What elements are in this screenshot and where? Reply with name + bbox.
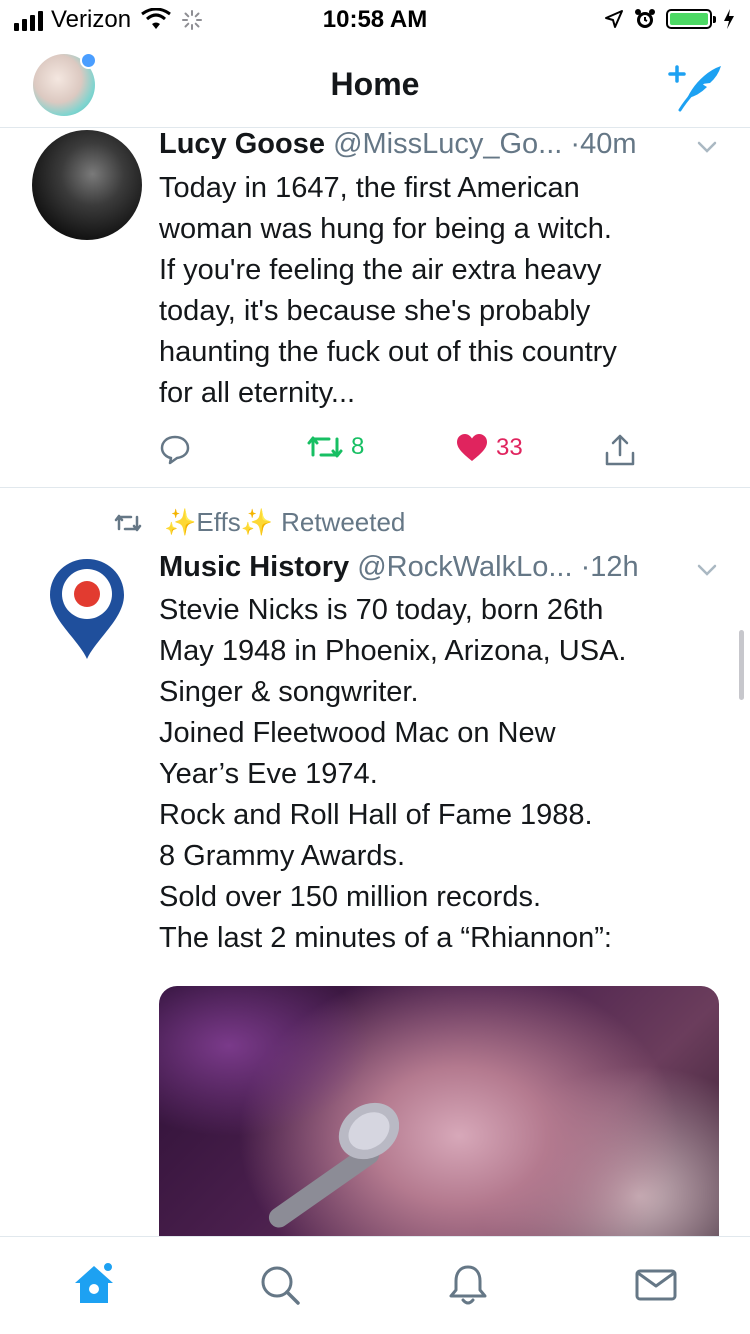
tweet-header: Lucy Goose @MissLucy_Go... ·40m: [159, 128, 636, 161]
tweet-text: Stevie Nicks is 70 today, born 26th May …: [159, 594, 627, 954]
nav-bar: Home: [0, 40, 750, 128]
tweet-card[interactable]: Lucy Goose @MissLucy_Go... ·40m Today in…: [0, 128, 750, 488]
alarm-icon: [635, 9, 655, 28]
reply-button[interactable]: [159, 433, 191, 465]
tweet-author-avatar[interactable]: [48, 557, 126, 661]
charging-bolt-icon: [724, 9, 734, 29]
retweet-count: 8: [351, 433, 365, 460]
search-icon[interactable]: [258, 1263, 302, 1307]
tweet-text: Today in 1647, the first American woman …: [159, 172, 617, 409]
retweet-icon: [307, 436, 343, 458]
bell-icon[interactable]: [446, 1263, 490, 1307]
retweeter-name[interactable]: ✨Effs✨: [164, 507, 273, 538]
envelope-icon[interactable]: [634, 1263, 678, 1307]
tweet-card[interactable]: ✨Effs✨ Retweeted Music History @RockWalk…: [0, 489, 750, 1236]
status-bar: Verizon 10:58 AM: [0, 0, 750, 40]
battery-icon: [666, 9, 716, 29]
page-title: Home: [330, 66, 420, 102]
tweet-header: Music History @RockWalkLo... ·12h: [159, 551, 639, 584]
tweet-timestamp: ·40m: [570, 128, 637, 160]
retweet-button[interactable]: 8: [307, 433, 364, 461]
microphone-image: [268, 1102, 399, 1228]
tweet-author-avatar[interactable]: [32, 130, 142, 240]
retweet-context: ✨Effs✨ Retweeted: [114, 507, 405, 538]
chevron-down-icon[interactable]: [696, 559, 718, 581]
share-icon: [605, 434, 635, 466]
location-arrow-icon: [605, 10, 623, 28]
sparkles-icon: ✨: [164, 507, 197, 537]
author-name[interactable]: Lucy Goose: [159, 128, 325, 160]
scroll-indicator: [739, 630, 744, 700]
chevron-down-icon[interactable]: [696, 136, 718, 158]
status-right: [604, 8, 736, 30]
sparkles-icon: ✨: [240, 507, 274, 537]
like-button[interactable]: 33: [456, 433, 523, 463]
home-icon[interactable]: [72, 1263, 116, 1307]
retweet-small-icon: [114, 514, 142, 531]
heart-icon: [457, 434, 487, 461]
tweet-timestamp: ·12h: [580, 551, 639, 583]
reply-icon: [160, 435, 190, 465]
tab-bar: [0, 1236, 750, 1334]
share-button[interactable]: [604, 433, 636, 467]
author-handle: @MissLucy_Go...: [333, 128, 563, 160]
author-handle: @RockWalkLo...: [357, 551, 573, 583]
compose-tweet-icon[interactable]: [666, 58, 724, 112]
tweet-video[interactable]: [159, 986, 719, 1236]
author-name[interactable]: Music History: [159, 551, 349, 583]
retweeted-label: Retweeted: [281, 507, 406, 537]
tweet-actions: 8 33: [159, 433, 719, 473]
like-count: 33: [496, 434, 523, 461]
